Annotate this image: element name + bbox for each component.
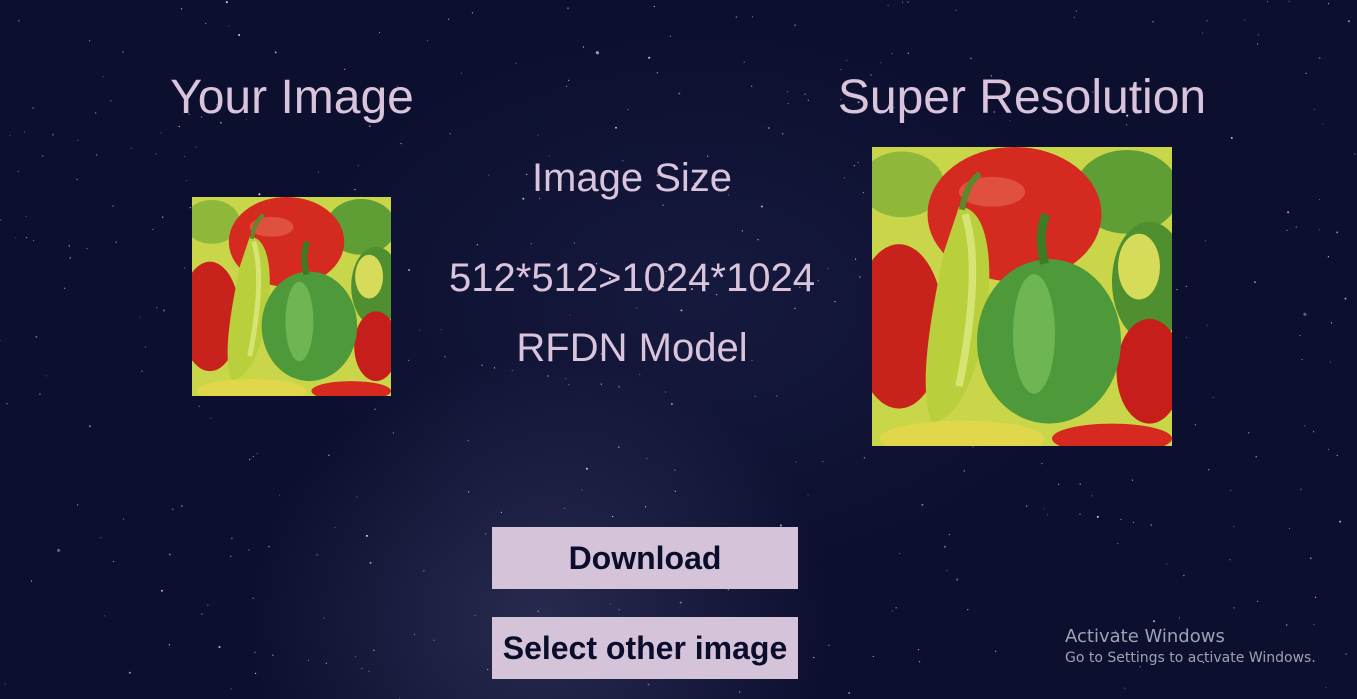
input-image [192,197,391,396]
activate-windows-watermark: Activate Windows Go to Settings to activ… [1065,626,1316,668]
model-name: RFDN Model [516,326,748,370]
activation-subtitle: Go to Settings to activate Windows. [1065,650,1316,666]
super-resolution-image [872,147,1172,446]
your-image-title: Your Image [170,71,414,124]
image-size-value: 512*512>1024*1024 [449,256,815,300]
image-size-label: Image Size [531,156,733,200]
super-resolution-title: Super Resolution [837,71,1207,124]
peppers-image [192,197,391,396]
download-button[interactable]: Download [492,527,798,589]
activation-title: Activate Windows [1065,626,1225,647]
peppers-image-upscaled [872,147,1172,446]
select-other-image-button[interactable]: Select other image [492,617,798,679]
